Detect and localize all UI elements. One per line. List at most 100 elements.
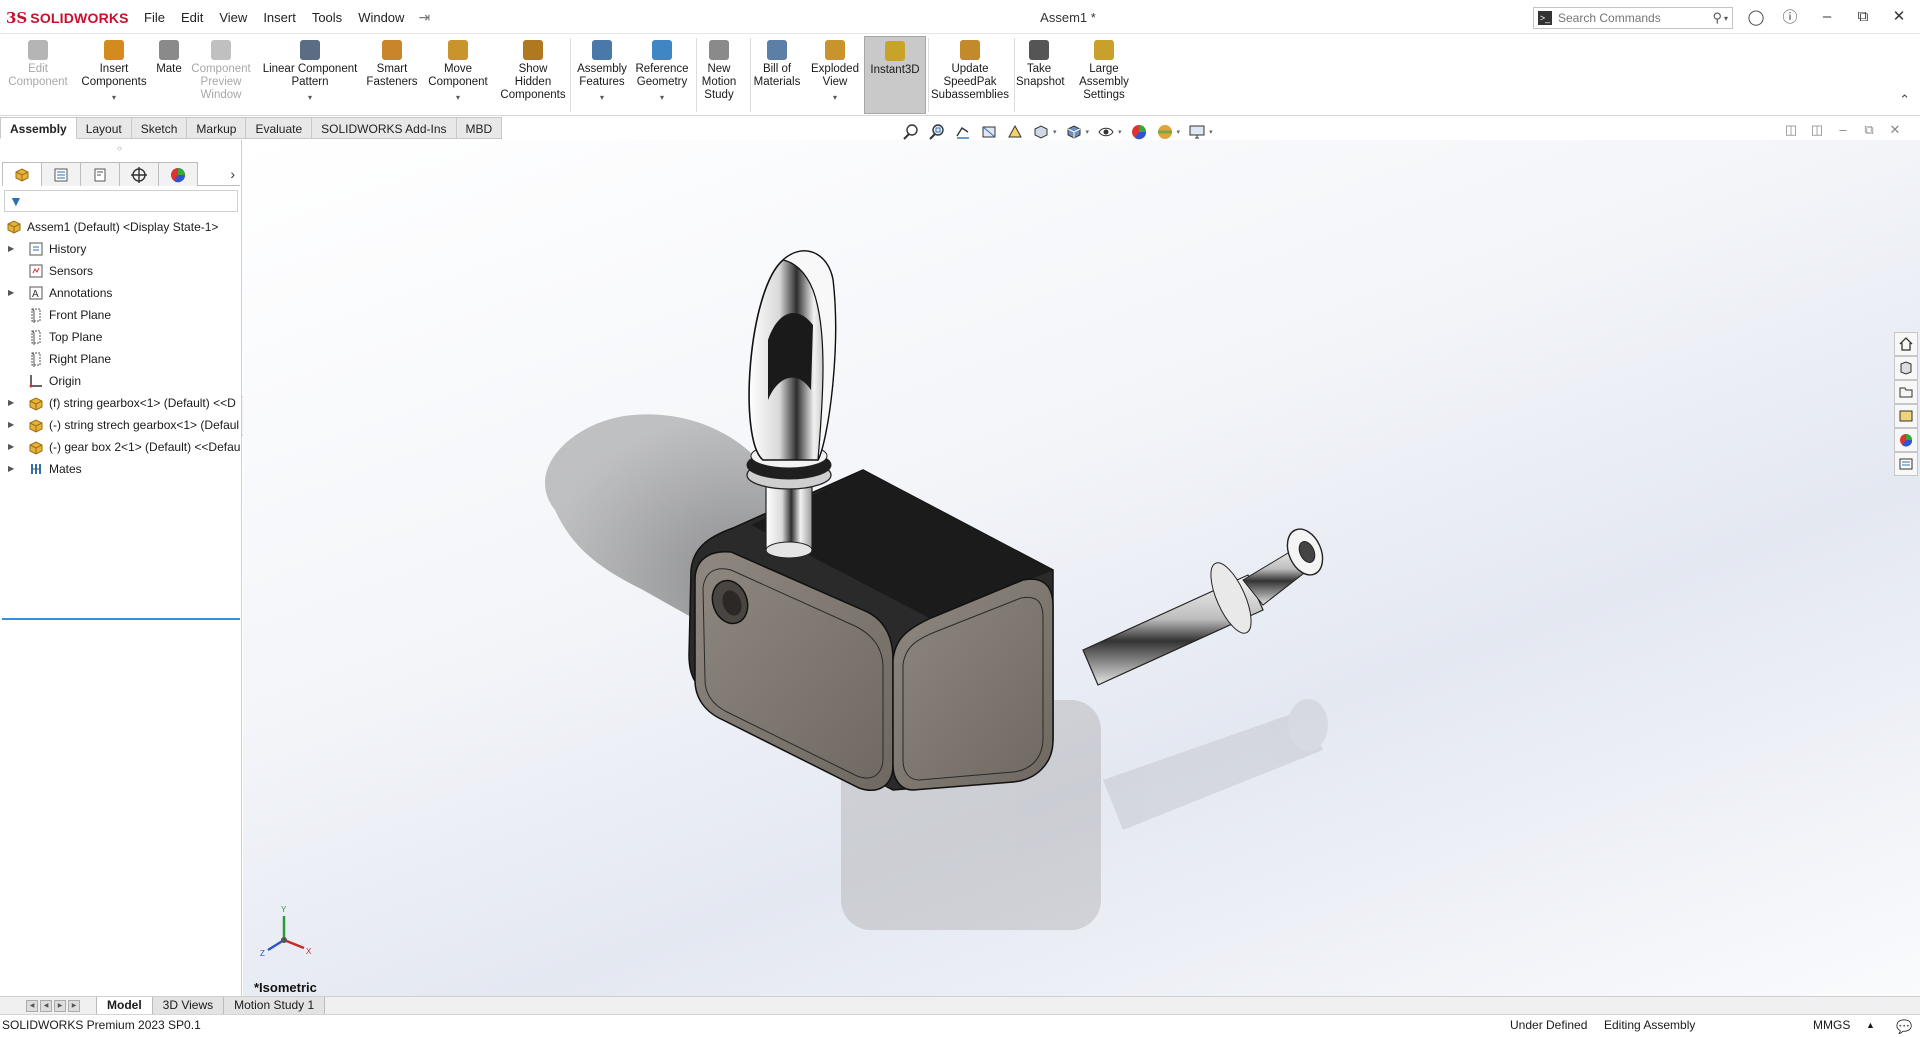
ribbon-instant3d-button[interactable]: Instant3D [864,36,926,114]
ribbon-dropdown-caret-icon[interactable]: ▾ [634,91,690,104]
user-account-icon[interactable]: ◯ [1745,7,1767,29]
hide-show-items-button[interactable] [1095,121,1117,143]
ribbon-bom-button[interactable]: Bill of Materials [752,36,802,114]
panel-right-icon[interactable]: ◫ [1804,122,1830,138]
assembly-model-render[interactable] [243,140,1920,997]
bottom-tab-model[interactable]: Model [96,997,153,1015]
file-explorer-tab[interactable] [1894,380,1918,404]
ribbon-mate-button[interactable]: Mate [154,36,184,114]
task-pane-home-tab[interactable] [1894,332,1918,356]
ribbon-motion-study-button[interactable]: New Motion Study [694,36,744,114]
zoom-to-area-button[interactable] [926,121,948,143]
ribbon-dropdown-caret-icon[interactable]: ▾ [574,91,630,104]
apply-scene-button[interactable] [1154,121,1176,143]
tree-item[interactable]: ▶ (-) gear box 2<1> (Default) <<Defau [0,436,242,458]
units-menu-caret-icon[interactable]: ▲ [1866,1015,1875,1035]
expand-arrow-icon[interactable]: ▶ [8,458,14,480]
tab-mbd[interactable]: MBD [456,117,503,139]
expand-arrow-icon[interactable]: ▶ [8,392,14,414]
ribbon-move-component-button[interactable]: Move Component ▾ [424,36,492,114]
more-tabs-chevron-icon[interactable]: › [230,166,235,182]
tree-item[interactable]: ▶ (-) string strech gearbox<1> (Defaul [0,414,242,436]
hide-show-dropdown-icon[interactable]: ▾ [1118,128,1122,136]
expand-arrow-icon[interactable]: ▶ [8,282,14,304]
tree-item[interactable]: ▶ Mates [0,458,242,480]
solidworks-logo[interactable]: 3S SOLIDWORKS [6,8,129,28]
section-view-button[interactable] [978,121,1000,143]
display-style-dropdown-icon[interactable]: ▾ [1086,128,1090,136]
pin-menu-icon[interactable]: ⇥ [412,9,436,26]
ribbon-dropdown-caret-icon[interactable]: ▾ [424,91,492,104]
apply-scene-dropdown-icon[interactable]: ▾ [1177,128,1181,136]
ribbon-assembly-features-button[interactable]: Assembly Features ▾ [574,36,630,114]
close-button[interactable]: ✕ [1876,0,1920,34]
scroll-next-icon[interactable]: ▶ [54,1000,66,1012]
expand-arrow-icon[interactable]: ▶ [8,436,14,458]
tree-item[interactable]: ▶ History [0,238,242,260]
ribbon-dropdown-caret-icon[interactable]: ▾ [806,91,864,104]
ribbon-speedpak-button[interactable]: Update SpeedPak Subassemblies [928,36,1012,114]
panel-grip[interactable]: ○ [117,144,122,153]
ribbon-show-hidden-button[interactable]: Show Hidden Components [496,36,570,114]
expand-arrow-icon[interactable]: ▶ [8,414,14,436]
edit-appearance-button[interactable] [1128,121,1150,143]
menu-file[interactable]: File [136,0,173,34]
appearances-tab[interactable] [1894,428,1918,452]
ribbon-component-preview-button[interactable]: Component Preview Window [188,36,254,114]
tree-item[interactable]: Top Plane [0,326,242,348]
graphics-area[interactable] [243,140,1920,997]
view-settings-dropdown-icon[interactable]: ▾ [1209,128,1213,136]
search-input[interactable] [1558,11,1698,25]
dynamic-annotation-button[interactable] [1004,121,1026,143]
zoom-to-fit-button[interactable] [900,121,922,143]
search-commands-box[interactable]: >_ ⚲ ▾ [1533,7,1733,29]
scroll-last-icon[interactable]: ▶ [68,1000,80,1012]
view-orientation-dropdown-icon[interactable]: ▾ [1053,128,1057,136]
menu-insert[interactable]: Insert [255,0,304,34]
collapse-ribbon-icon[interactable]: ⌃ [1899,92,1910,108]
rollback-bar[interactable] [2,618,240,620]
tab-evaluate[interactable]: Evaluate [246,117,313,139]
display-style-button[interactable] [1063,121,1085,143]
menu-view[interactable]: View [211,0,255,34]
search-dropdown-icon[interactable]: ▾ [1724,14,1728,23]
menu-tools[interactable]: Tools [304,0,350,34]
ribbon-reference-geometry-button[interactable]: Reference Geometry ▾ [634,36,690,114]
tab-solidworks-add-ins[interactable]: SOLIDWORKS Add-Ins [312,117,457,139]
ribbon-exploded-view-button[interactable]: Exploded View ▾ [806,36,864,114]
ribbon-camera-button[interactable]: Take Snapshot [1016,36,1065,114]
ribbon-insert-components-button[interactable]: Insert Components ▾ [76,36,152,114]
tree-filter[interactable]: ▼ [4,190,238,212]
display-manager-tab[interactable] [158,162,198,186]
comment-icon[interactable]: 💬 [1896,1017,1912,1037]
help-icon[interactable]: ⓘ [1779,7,1801,29]
ribbon-smart-fasteners-button[interactable]: Smart Fasteners [362,36,422,114]
tree-item[interactable]: Front Plane [0,304,242,326]
ribbon-large-assembly-button[interactable]: Large Assembly Settings [1066,36,1142,114]
viewport-close-icon[interactable]: ✕ [1882,122,1908,138]
tab-markup[interactable]: Markup [187,117,247,139]
menu-edit[interactable]: Edit [173,0,211,34]
ribbon-edit-component-button[interactable]: Edit Component [2,36,74,114]
tab-sketch[interactable]: Sketch [131,117,188,139]
tree-item[interactable]: Right Plane [0,348,242,370]
tree-item[interactable]: Assem1 (Default) <Display State-1> [0,216,242,238]
search-icon[interactable]: ⚲ [1712,10,1722,26]
tree-item[interactable]: Origin [0,370,242,392]
tree-item[interactable]: Sensors [0,260,242,282]
bottom-tab-motion-study-1[interactable]: Motion Study 1 [223,997,326,1015]
property-manager-tab[interactable] [41,162,81,186]
design-library-tab[interactable] [1894,356,1918,380]
previous-view-button[interactable] [952,121,974,143]
panel-left-icon[interactable]: ◫ [1778,122,1804,138]
dimxpert-manager-tab[interactable] [119,162,159,186]
unit-system[interactable]: MMGS [1813,1015,1850,1035]
bottom-tab-3d-views[interactable]: 3D Views [151,997,225,1015]
view-settings-button[interactable] [1186,121,1208,143]
view-orientation-button[interactable] [1030,121,1052,143]
tab-assembly[interactable]: Assembly [0,117,77,139]
tree-item[interactable]: ▶ (f) string gearbox<1> (Default) <<D [0,392,242,414]
tree-item[interactable]: ▶ A Annotations [0,282,242,304]
feature-tree-tab[interactable] [2,162,42,186]
ribbon-dropdown-caret-icon[interactable]: ▾ [76,91,152,104]
